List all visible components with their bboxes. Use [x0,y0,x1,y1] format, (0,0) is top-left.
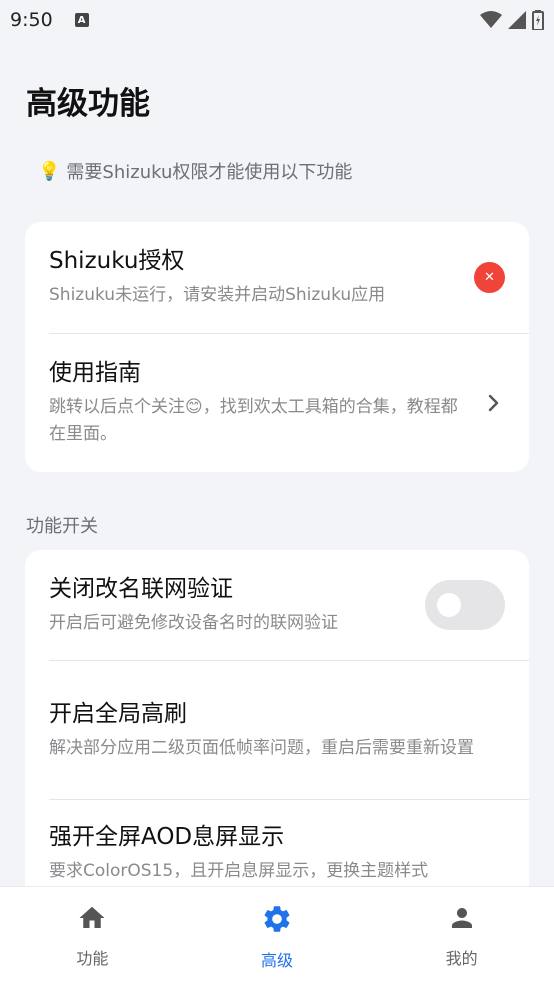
shizuku-auth-row[interactable]: Shizuku授权 Shizuku未运行，请安装并启动Shizuku应用 ✕ [25,222,529,333]
nav-item-features[interactable]: 功能 [0,887,185,984]
shizuku-auth-title: Shizuku授权 [49,248,185,274]
lightbulb-icon: 💡 [38,160,61,182]
shizuku-card: Shizuku授权 Shizuku未运行，请安装并启动Shizuku应用 ✕ 使… [25,222,529,472]
hint-text: 需要Shizuku权限才能使用以下功能 [66,162,353,183]
usage-guide-row[interactable]: 使用指南 跳转以后点个关注😊，找到欢太工具箱的合集，教程都在里面。 [25,334,529,472]
nav-item-mine[interactable]: 我的 [369,887,554,984]
feature-title: 关闭改名联网验证 [49,575,233,602]
section-label: 功能开关 [26,516,98,537]
permission-hint: 💡 需要Shizuku权限才能使用以下功能 [38,158,352,184]
feature-subtitle: 要求ColorOS15，且开启息屏显示，更换主题样式 [49,861,429,881]
feature-title: 开启全局高刷 [49,700,187,727]
nav-label: 功能 [76,949,109,968]
feature-subtitle: 开启后可避免修改设备名时的联网验证 [49,612,338,633]
feature-subtitle: 解决部分应用二级页面低帧率问题，重启后需要重新设置 [49,737,474,758]
feature-row-rename-verify[interactable]: 关闭改名联网验证 开启后可避免修改设备名时的联网验证 [25,550,529,660]
home-icon [79,906,105,928]
feature-row-global-refresh[interactable]: 开启全局高刷 解决部分应用二级页面低帧率问题，重启后需要重新设置 [25,661,529,799]
usage-guide-title: 使用指南 [49,360,141,386]
nav-item-advanced[interactable]: 高级 [185,887,370,984]
nav-label: 我的 [445,949,478,968]
wifi-icon [480,11,502,28]
status-indicators [480,10,544,30]
status-time: 9:50 [10,9,53,31]
feature-title: 强开全屏AOD息屏显示 [49,824,285,850]
rename-verify-toggle[interactable] [425,580,505,630]
person-icon [451,908,472,928]
usage-guide-subtitle: 跳转以后点个关注😊，找到欢太工具箱的合集，教程都在里面。 [49,397,458,444]
battery-icon [532,10,544,30]
toggle-knob [437,593,461,617]
error-icon: ✕ [474,262,505,293]
nav-label: 高级 [261,951,294,970]
page-title: 高级功能 [26,86,150,122]
shizuku-auth-subtitle: Shizuku未运行，请安装并启动Shizuku应用 [49,285,386,305]
gear-icon [264,906,290,932]
chevron-right-icon [488,394,499,412]
status-bar: 9:50 A [0,0,554,40]
bottom-navigation: 功能 高级 我的 [0,886,554,984]
signal-icon [508,11,526,29]
notification-icon: A [74,13,89,27]
